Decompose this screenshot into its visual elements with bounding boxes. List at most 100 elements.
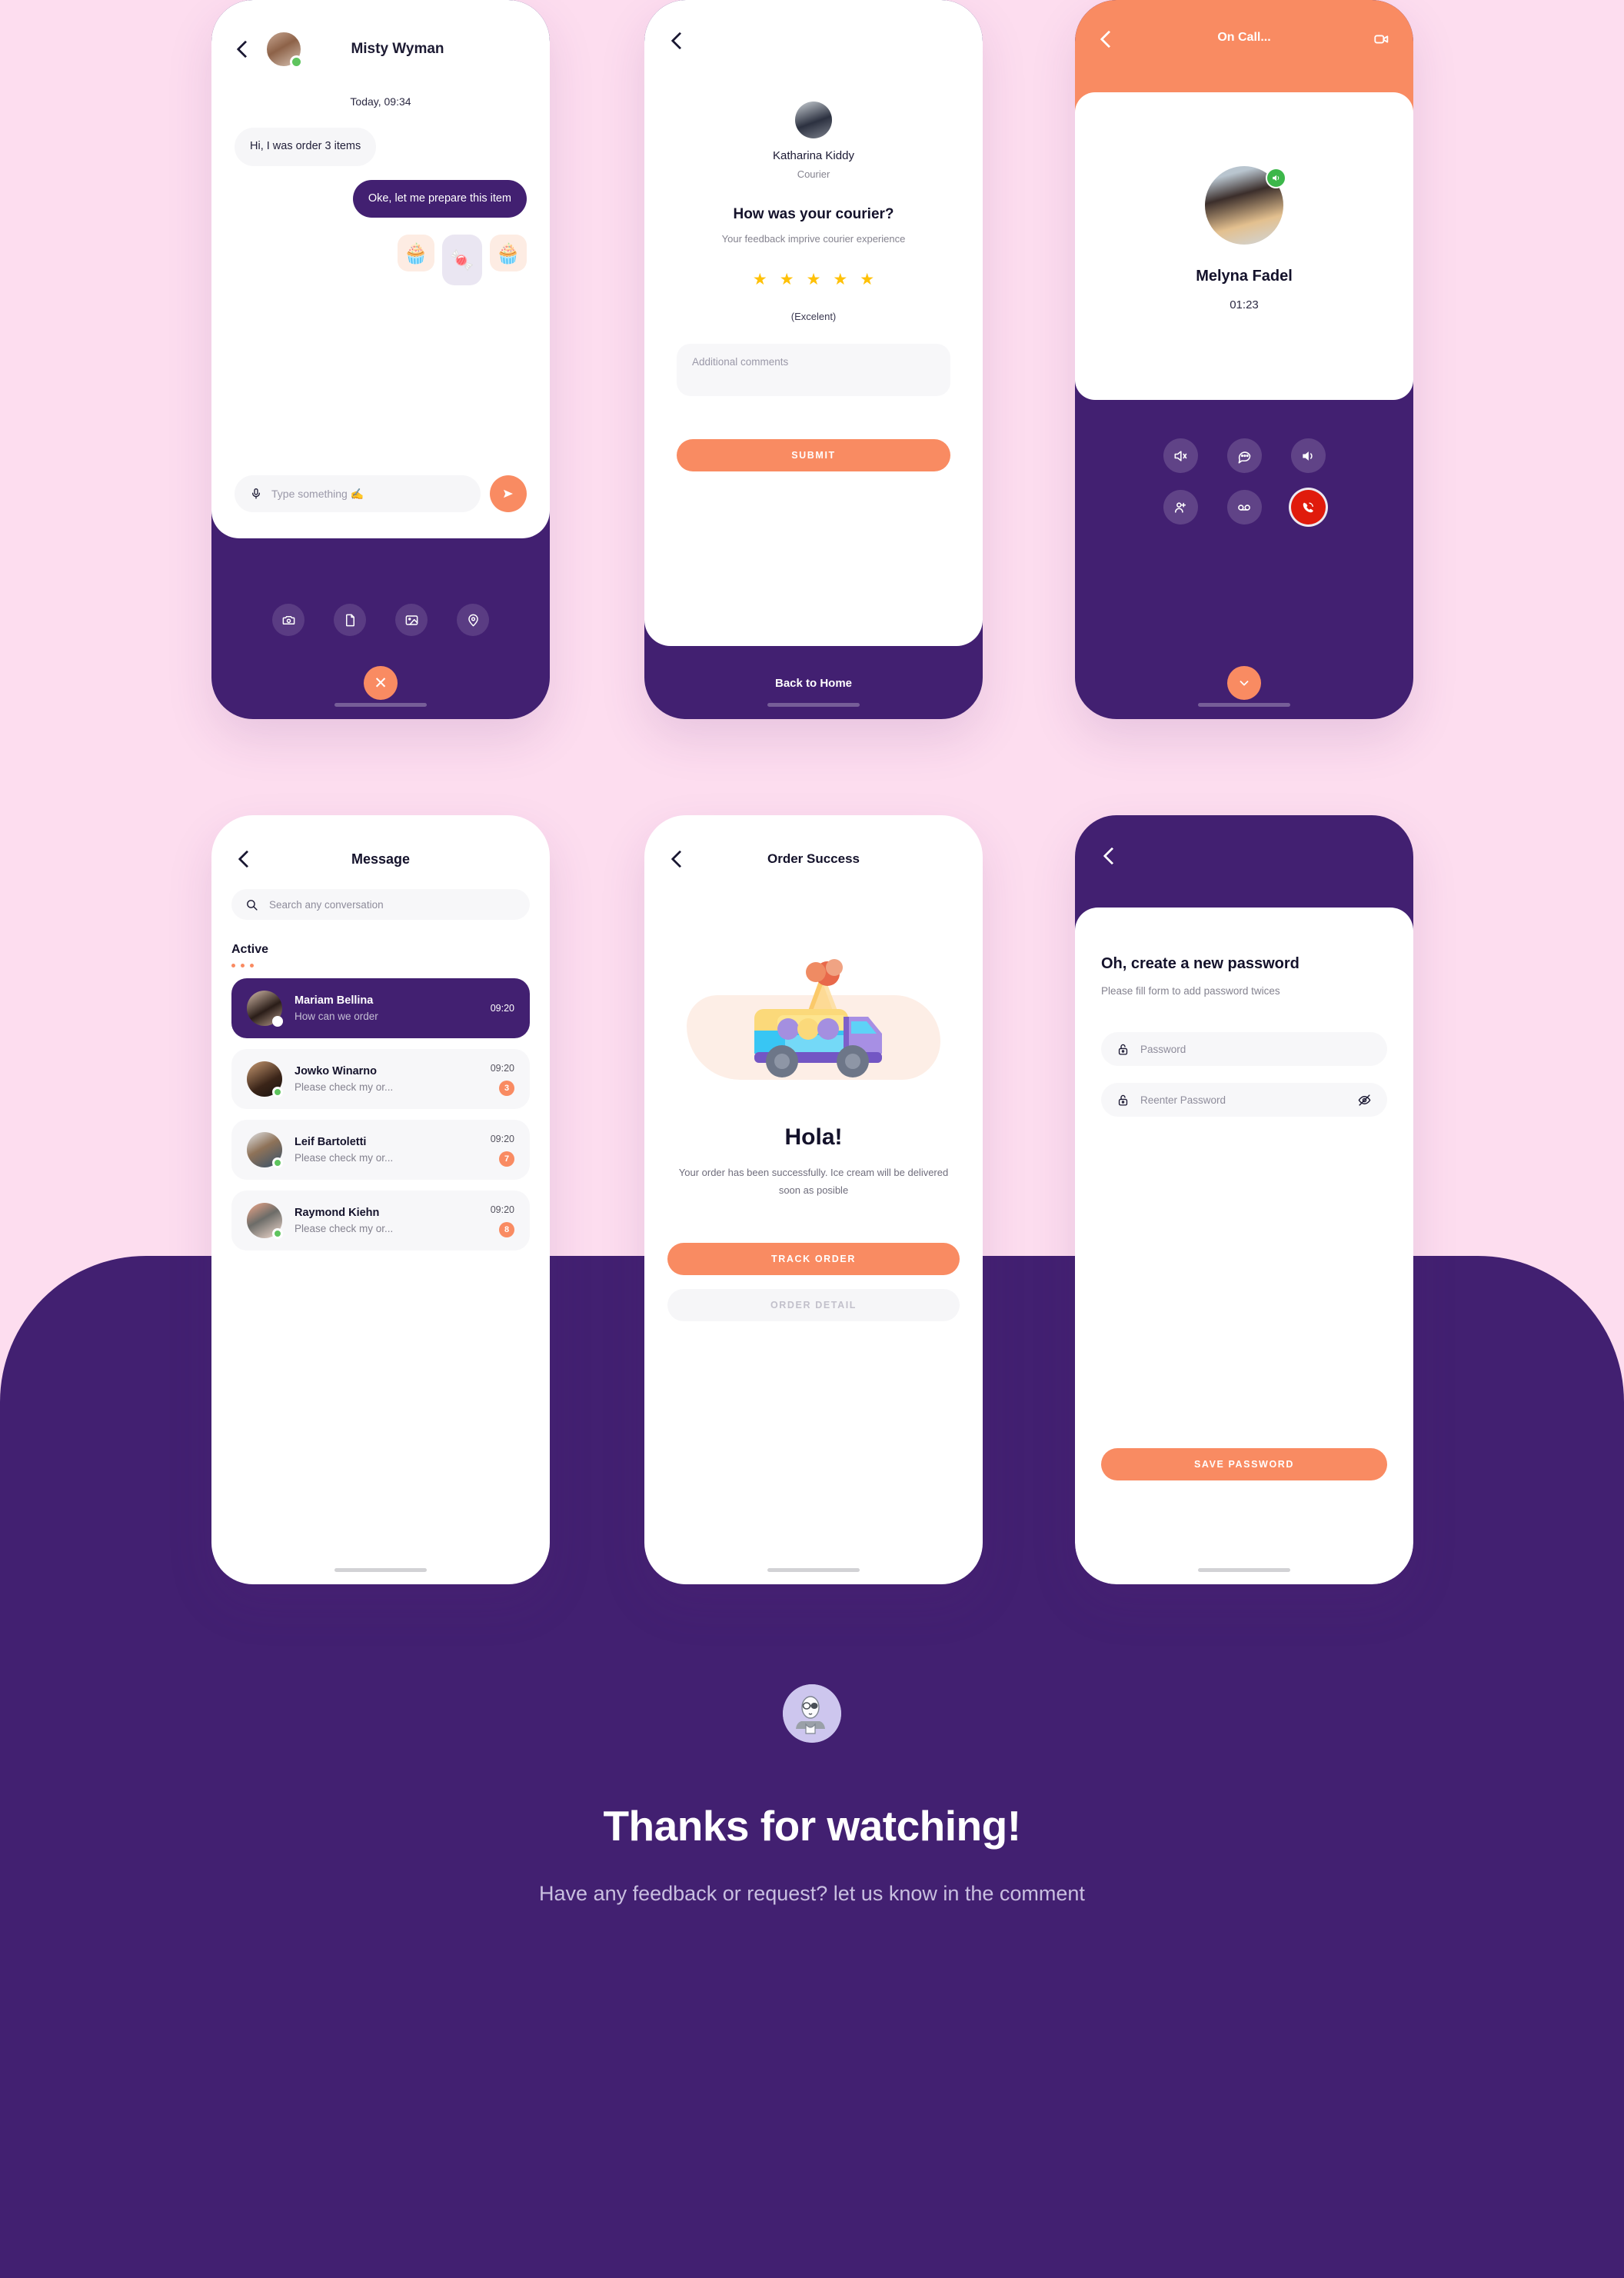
order-detail-button[interactable]: ORDER DETAIL xyxy=(667,1288,960,1321)
list-item[interactable]: Mariam Bellina How can we order 09:20 xyxy=(231,978,530,1038)
chat-bubble-icon[interactable] xyxy=(1226,438,1262,473)
back-to-home-link[interactable]: Back to Home xyxy=(644,677,983,690)
call-controls-row-1 xyxy=(1163,438,1326,473)
chevron-down-icon[interactable] xyxy=(1227,666,1261,700)
submit-button[interactable]: SUBMIT xyxy=(677,439,950,471)
speaker-icon[interactable] xyxy=(1290,438,1326,473)
star-icon[interactable]: ★ xyxy=(833,270,847,289)
image-icon[interactable] xyxy=(395,604,428,636)
additional-comments-input[interactable]: Additional comments xyxy=(677,344,950,396)
conversation-name: Jowko Winarno xyxy=(295,1065,378,1077)
avatar xyxy=(247,1203,283,1239)
chevron-left-icon[interactable] xyxy=(235,41,251,58)
home-indicator xyxy=(334,1568,427,1572)
list-item[interactable]: Raymond Kiehn Please check my or... 09:2… xyxy=(231,1191,530,1251)
courier-avatar xyxy=(795,102,832,138)
footer-section: Thanks for watching! Have any feedback o… xyxy=(0,1684,1624,1910)
call-controls-row-2 xyxy=(1163,490,1326,525)
voicemail-icon[interactable] xyxy=(1226,490,1262,525)
file-icon[interactable] xyxy=(334,604,366,636)
feedback-question: How was your courier? xyxy=(733,206,894,222)
message-bubble-outgoing: Oke, let me prepare this item xyxy=(352,179,527,218)
chat-conversation-card: Misty Wyman Today, 09:34 Hi, I was order… xyxy=(211,0,550,538)
rating-word: (Excelent) xyxy=(790,311,837,322)
online-status-dot xyxy=(290,55,303,68)
home-indicator xyxy=(1198,1568,1290,1572)
star-icon[interactable]: ★ xyxy=(780,270,794,289)
sticker-icon[interactable]: 🍬 xyxy=(442,235,482,286)
order-header: Order Success xyxy=(667,815,960,868)
courier-name: Katharina Kiddy xyxy=(773,149,854,162)
chat-timestamp: Today, 09:34 xyxy=(350,95,411,108)
track-order-wrap: TRACK ORDER xyxy=(667,1242,960,1275)
mute-icon[interactable] xyxy=(1163,438,1198,473)
message-list-screen: Message Search any conversation Active M… xyxy=(211,815,550,1584)
end-call-icon[interactable] xyxy=(1290,490,1326,525)
chevron-left-icon[interactable] xyxy=(1098,31,1115,48)
star-icon[interactable]: ★ xyxy=(860,270,874,289)
order-success-screen: Order Success Hola! Your order has been … xyxy=(644,815,983,1584)
conversation-text: Mariam Bellina How can we order xyxy=(295,994,478,1022)
active-indicator-dots xyxy=(231,964,530,967)
conversation-time: 09:20 xyxy=(490,1003,514,1014)
order-description: Your order has been successfully. Ice cr… xyxy=(678,1167,949,1196)
conversation-meta: 09:20 8 xyxy=(491,1204,514,1237)
contact-name: Misty Wyman xyxy=(351,41,444,57)
lock-open-icon xyxy=(1118,1094,1128,1106)
camera-icon[interactable] xyxy=(272,604,304,636)
sticker-icon[interactable]: 🧁 xyxy=(490,235,527,272)
track-order-button[interactable]: TRACK ORDER xyxy=(667,1242,960,1275)
send-icon[interactable] xyxy=(490,475,527,512)
search-placeholder: Search any conversation xyxy=(269,898,384,911)
caller-card: Melyna Fadel 01:23 xyxy=(1075,92,1413,400)
online-status-dot xyxy=(272,1087,283,1097)
save-password-button[interactable]: SAVE PASSWORD xyxy=(1101,1448,1387,1480)
sticker-icon[interactable]: 🧁 xyxy=(398,235,434,272)
star-icon[interactable]: ★ xyxy=(807,270,821,289)
password-fields: Password Reenter Password xyxy=(1101,1032,1387,1117)
conversation-name: Raymond Kiehn xyxy=(295,1207,380,1219)
video-camera-icon[interactable] xyxy=(1373,31,1390,48)
conversation-text: Jowko Winarno Please check my or... xyxy=(295,1065,478,1093)
online-status-dot xyxy=(272,1016,283,1027)
password-field[interactable]: Password xyxy=(1101,1032,1387,1066)
designer-avatar xyxy=(783,1684,841,1743)
microphone-icon[interactable] xyxy=(250,488,262,500)
reenter-password-field[interactable]: Reenter Password xyxy=(1101,1083,1387,1117)
conversation-meta: 09:20 7 xyxy=(491,1134,514,1167)
submit-button-wrap: SUBMIT xyxy=(677,439,950,471)
close-icon[interactable]: ✕ xyxy=(364,666,398,700)
star-icon[interactable]: ★ xyxy=(753,270,767,289)
list-item[interactable]: Jowko Winarno Please check my or... 09:2… xyxy=(231,1049,530,1109)
chevron-left-icon[interactable] xyxy=(236,851,253,868)
courier-role: Courier xyxy=(797,168,830,180)
call-status-title: On Call... xyxy=(1217,31,1271,44)
sticker-row: 🧁 🍬 🧁 xyxy=(211,218,550,286)
message-input[interactable]: Type something ✍️ xyxy=(235,475,481,512)
conversation-text: Leif Bartoletti Please check my or... xyxy=(295,1136,478,1164)
avatar xyxy=(247,991,283,1027)
avatar xyxy=(265,31,303,68)
unread-badge: 7 xyxy=(499,1151,514,1167)
chat-composer: Type something ✍️ xyxy=(211,475,550,512)
list-item[interactable]: Leif Bartoletti Please check my or... 09… xyxy=(231,1120,530,1180)
home-indicator xyxy=(767,703,860,707)
eye-off-icon[interactable] xyxy=(1357,1093,1372,1107)
call-controls xyxy=(1075,438,1413,525)
section-label-active: Active xyxy=(231,943,269,956)
search-input[interactable]: Search any conversation xyxy=(231,889,530,920)
avatar xyxy=(1205,166,1286,245)
create-password-screen: Oh, create a new password Please fill fo… xyxy=(1075,815,1413,1584)
location-pin-icon[interactable] xyxy=(457,604,489,636)
chevron-left-icon[interactable] xyxy=(669,851,686,868)
chevron-left-icon[interactable] xyxy=(669,32,686,49)
call-duration: 01:23 xyxy=(1230,298,1259,311)
conversation-time: 09:20 xyxy=(490,1133,514,1144)
conversation-text: Raymond Kiehn Please check my or... xyxy=(295,1207,478,1234)
chevron-left-icon[interactable] xyxy=(1101,848,1118,864)
conversation-preview: How can we order xyxy=(295,1011,378,1022)
password-placeholder: Password xyxy=(1140,1043,1186,1055)
rating-stars[interactable]: ★ ★ ★ ★ ★ xyxy=(677,270,950,289)
attachment-tray-icons xyxy=(211,604,550,636)
add-person-icon[interactable] xyxy=(1163,490,1198,525)
